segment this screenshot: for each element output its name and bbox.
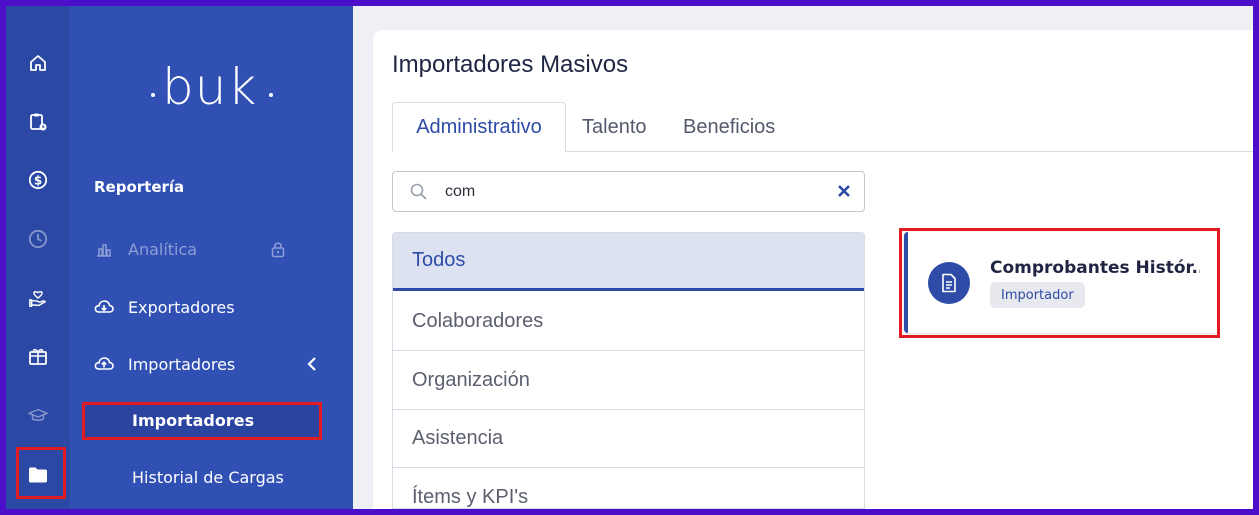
sidebar-item-importadores[interactable]: Importadores (94, 352, 334, 376)
sidebar-subitem-importadores[interactable]: Importadores (132, 411, 254, 430)
home-icon[interactable] (28, 53, 48, 73)
search-icon (409, 182, 429, 202)
sidebar-item-label: Exportadores (128, 297, 235, 317)
svg-text:$: $ (34, 174, 42, 188)
search-box (392, 171, 865, 212)
sidebar: buk Reportería Analítica Exportadores Im… (70, 6, 353, 509)
sidebar-subitem-historial[interactable]: Historial de Cargas (132, 468, 284, 487)
clipboard-clock-icon[interactable] (28, 112, 48, 132)
search-input[interactable] (445, 180, 825, 204)
category-asistencia[interactable]: Asistencia (393, 410, 864, 468)
icon-rail: $ (6, 6, 70, 509)
result-highlight (899, 228, 1220, 338)
category-list: Todos Colaboradores Organización Asisten… (392, 232, 865, 509)
tab-administrativo[interactable]: Administrativo (392, 102, 566, 152)
app-window: $ buk Reportería Analítica Exportadores … (6, 6, 1253, 509)
chevron-left-icon[interactable] (306, 356, 318, 376)
sidebar-item-analitica[interactable]: Analítica (94, 237, 294, 261)
cloud-upload-icon (94, 354, 114, 374)
clock-icon[interactable] (28, 229, 48, 249)
sidebar-section-title: Reportería (94, 178, 185, 196)
lock-icon (270, 240, 286, 262)
hand-heart-icon[interactable] (28, 289, 48, 309)
page-title: Importadores Masivos (392, 51, 629, 78)
bar-chart-icon (94, 239, 114, 259)
category-organizacion[interactable]: Organización (393, 352, 864, 410)
folder-highlight (16, 447, 66, 499)
graduation-cap-icon[interactable] (28, 406, 48, 426)
buk-logo[interactable]: buk (148, 58, 278, 118)
category-items-kpis[interactable]: Ítems y KPI's (393, 469, 864, 508)
clear-search-icon[interactable] (836, 183, 852, 199)
tab-talento[interactable]: Talento (582, 102, 647, 152)
sidebar-item-label: Analítica (128, 239, 198, 259)
cloud-download-icon (94, 297, 114, 317)
category-todos[interactable]: Todos (393, 233, 864, 291)
sidebar-item-label: Importadores (128, 354, 236, 374)
category-colaboradores[interactable]: Colaboradores (393, 293, 864, 351)
tab-beneficios[interactable]: Beneficios (683, 102, 775, 152)
dollar-icon[interactable]: $ (28, 170, 48, 190)
sidebar-item-exportadores[interactable]: Exportadores (94, 295, 235, 319)
gift-icon[interactable] (28, 346, 48, 366)
